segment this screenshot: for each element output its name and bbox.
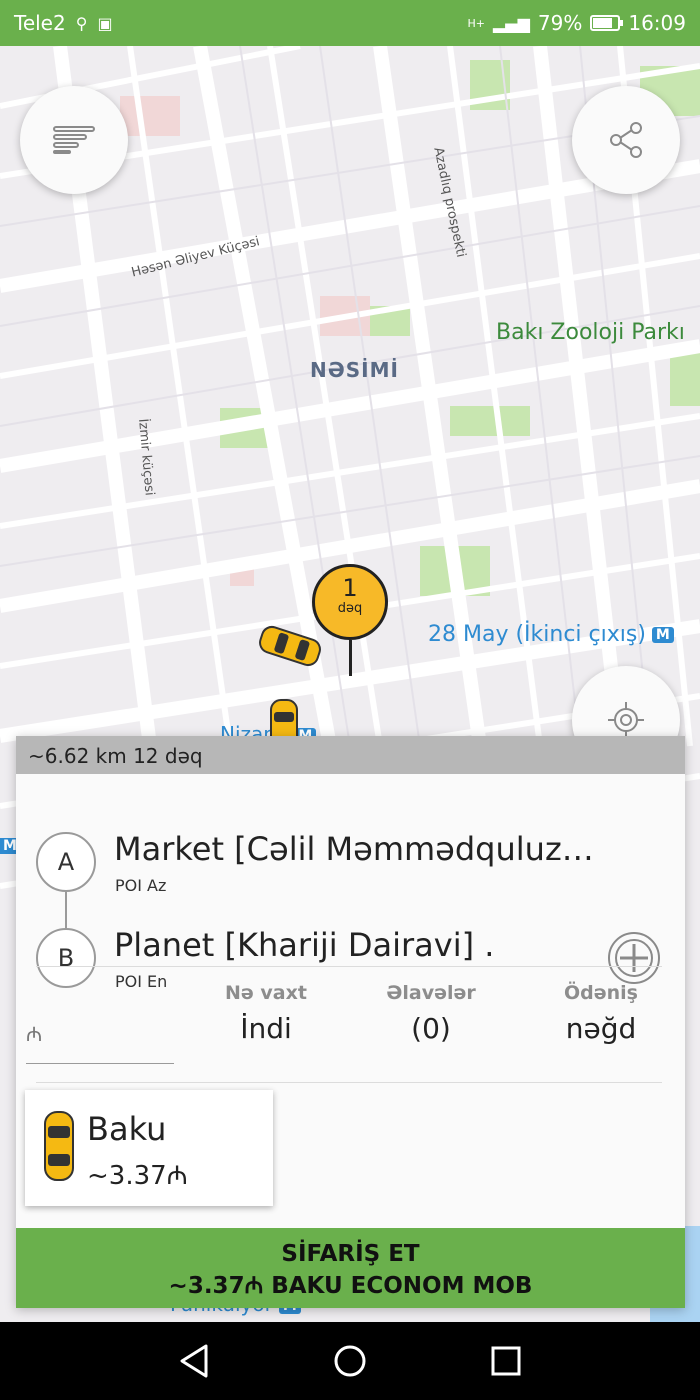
add-stop-button[interactable] — [608, 932, 660, 984]
home-icon[interactable] — [333, 1344, 367, 1378]
extras-option[interactable]: Əlavələr (0) — [376, 982, 486, 1045]
order-options: ₼ Nə vaxt İndi Əlavələr (0) Ödəniş nəğd — [16, 982, 685, 1072]
currency-symbol: ₼ — [26, 1022, 43, 1046]
when-option[interactable]: Nə vaxt İndi — [216, 982, 316, 1045]
usb-icon: ⚲ — [75, 13, 88, 33]
order-button[interactable]: SİFARİŞ ET ~3.37₼ BAKU ECONOM MOB — [16, 1228, 685, 1308]
point-b-title[interactable]: Planet [Khariji Dairavi] . — [114, 926, 494, 964]
network-type: H+ — [467, 16, 485, 30]
point-a-subtitle: POI Az — [115, 876, 167, 895]
park-label: Bakı Zooloji Parkı — [496, 320, 685, 345]
share-icon — [610, 122, 642, 158]
payment-label: Ödəniş — [564, 982, 638, 1004]
metro-label-28may: 28 May (İkinci çıxış) M — [428, 622, 674, 647]
recents-icon[interactable] — [491, 1346, 521, 1376]
share-button[interactable] — [572, 86, 680, 194]
carrier-name: Tele2 — [14, 11, 66, 35]
pin-stick — [348, 640, 352, 676]
price-input[interactable]: ₼ — [26, 1008, 174, 1064]
point-a-title[interactable]: Market [Cəlil Məmmədquluz… — [114, 830, 594, 868]
payment-value: nəğd — [565, 1012, 637, 1045]
my-location-icon — [608, 702, 644, 738]
metro-station-name: 28 May (İkinci çıxış) — [428, 622, 646, 647]
metro-icon: M — [651, 627, 674, 643]
battery-icon — [590, 15, 624, 31]
when-label: Nə vaxt — [225, 982, 307, 1004]
tariff-price: ~3.37₼ — [87, 1161, 188, 1191]
status-bar: Tele2 ⚲ ▣ H+ ▂▄▆ 79% 16:09 — [0, 0, 700, 46]
when-value: İndi — [240, 1012, 292, 1045]
divider — [36, 1082, 662, 1083]
activity-icon: ▣ — [97, 13, 113, 33]
order-button-price: ~3.37₼ BAKU ECONOM MOB — [168, 1273, 533, 1299]
menu-icon — [53, 126, 95, 154]
payment-option[interactable]: Ödəniş nəğd — [546, 982, 656, 1045]
point-a-marker: A — [36, 832, 96, 892]
route-connector — [65, 892, 67, 928]
pickup-pin[interactable]: 1 dəq — [312, 564, 388, 676]
trip-summary: ~6.62 km 12 dəq — [16, 736, 685, 774]
point-b-marker: B — [36, 928, 96, 988]
signal-icon: ▂▄▆ — [492, 13, 530, 33]
system-nav-bar — [0, 1322, 700, 1400]
order-panel: ~6.62 km 12 dəq A B Market [Cəlil Məmməd… — [16, 736, 685, 1308]
divider — [36, 966, 662, 967]
eta-unit: dəq — [337, 601, 363, 616]
clock: 16:09 — [628, 11, 686, 35]
tariff-card-baku[interactable]: Baku ~3.37₼ — [25, 1090, 273, 1206]
back-icon[interactable] — [178, 1344, 210, 1378]
route-section: A B Market [Cəlil Məmmədquluz… POI Az Pl… — [16, 774, 685, 991]
plus-icon — [615, 939, 653, 977]
battery-percent: 79% — [537, 11, 583, 35]
taxi-car-icon — [44, 1111, 74, 1181]
district-label: NƏSİMİ — [310, 358, 399, 382]
menu-button[interactable] — [20, 86, 128, 194]
extras-value: (0) — [411, 1012, 451, 1045]
extras-label: Əlavələr — [386, 982, 476, 1004]
order-button-label: SİFARİŞ ET — [281, 1241, 420, 1267]
tariff-name: Baku — [87, 1110, 167, 1148]
eta-minutes: 1 — [342, 574, 358, 602]
